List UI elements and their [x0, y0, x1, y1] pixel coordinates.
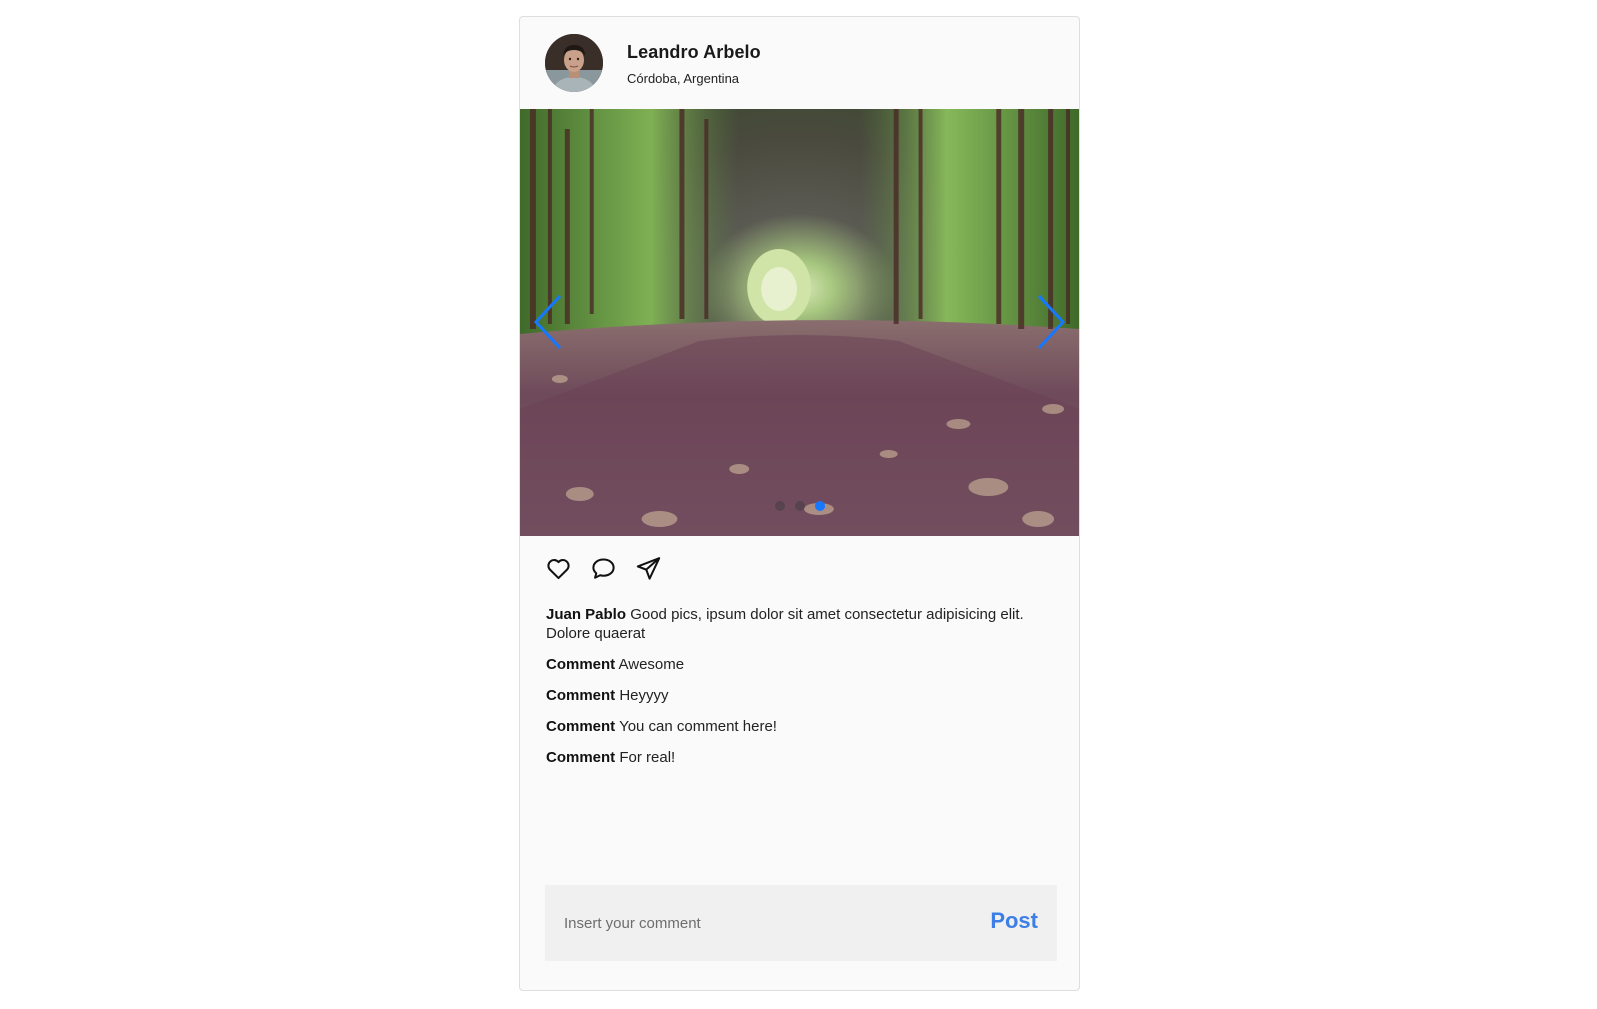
carousel-dot[interactable]: [774, 501, 785, 511]
carousel-photo: [520, 109, 1079, 536]
comment-icon: [592, 558, 615, 579]
heart-icon: [547, 559, 570, 580]
comment-author[interactable]: Comment: [546, 749, 615, 766]
comment-text: Heyyyy: [619, 687, 669, 704]
carousel-prev-button[interactable]: [532, 292, 566, 352]
author-name[interactable]: Leandro Arbelo: [627, 42, 761, 63]
avatar[interactable]: [545, 34, 603, 92]
comment-button[interactable]: [590, 555, 617, 582]
carousel-next-button[interactable]: [1033, 292, 1067, 352]
comment-item: Comment For real!: [546, 748, 1061, 767]
post-button[interactable]: Post: [990, 908, 1038, 934]
comment-form: Post: [545, 885, 1057, 961]
image-carousel[interactable]: [520, 109, 1079, 536]
comments-section: Juan Pablo Good pics, ipsum dolor sit am…: [546, 605, 1061, 779]
carousel-pagination: [520, 501, 1079, 511]
chevron-right-icon: [1037, 294, 1066, 350]
author-location: Córdoba, Argentina: [627, 71, 740, 86]
comment-text: Awesome: [618, 656, 685, 673]
post-card: Leandro Arbelo Córdoba, Argentina Juan P…: [519, 16, 1080, 991]
like-button[interactable]: [545, 555, 572, 582]
post-actions: [545, 555, 662, 582]
comment-input[interactable]: [545, 885, 965, 961]
post-header: Leandro Arbelo Córdoba, Argentina: [520, 17, 1079, 109]
comment-text: You can comment here!: [619, 718, 777, 735]
comment-item: Comment Heyyyy: [546, 686, 1061, 705]
carousel-dot-active[interactable]: [814, 501, 825, 511]
comment-author[interactable]: Comment: [546, 656, 615, 673]
comment-text: For real!: [619, 749, 676, 766]
carousel-dot[interactable]: [794, 501, 805, 511]
comment-author[interactable]: Comment: [546, 718, 615, 735]
caption-author[interactable]: Juan Pablo: [546, 606, 626, 623]
chevron-left-icon: [533, 294, 562, 350]
avatar-image: [545, 34, 603, 92]
caption: Juan Pablo Good pics, ipsum dolor sit am…: [546, 605, 1061, 643]
comment-item: Comment You can comment here!: [546, 717, 1061, 736]
share-icon: [636, 557, 661, 580]
comment-item: Comment Awesome: [546, 655, 1061, 674]
comment-author[interactable]: Comment: [546, 687, 615, 704]
share-button[interactable]: [635, 555, 662, 582]
